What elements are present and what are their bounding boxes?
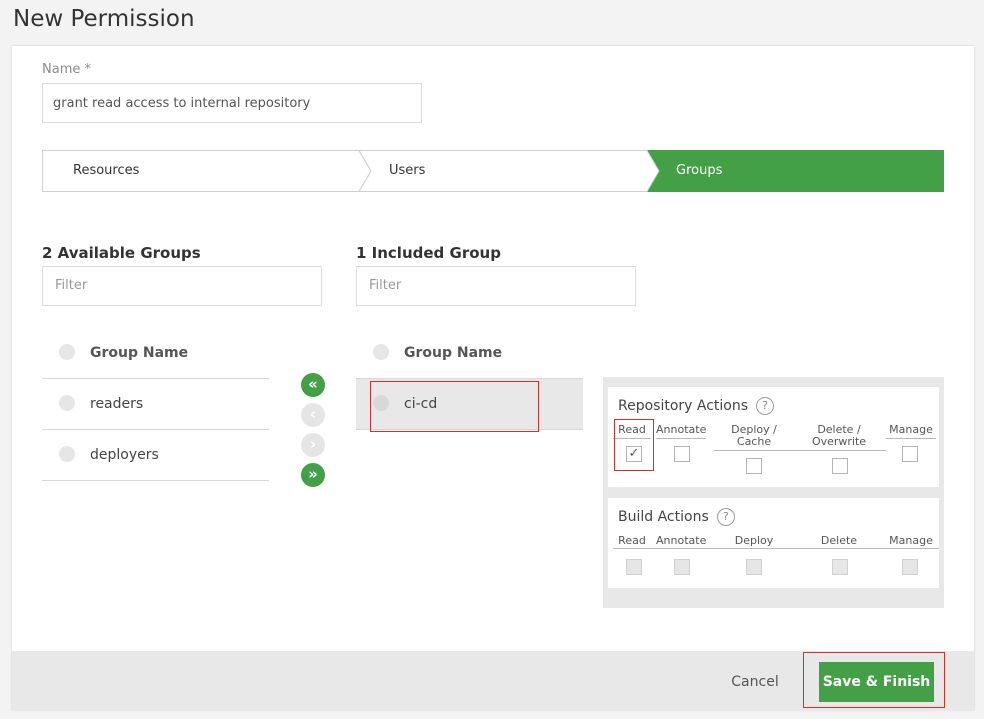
- remove-selected-button[interactable]: ›: [301, 433, 325, 457]
- name-label: Name *: [42, 62, 91, 77]
- permissions-panel: Repository Actions? Read Annotate Deploy…: [603, 377, 944, 608]
- included-list-header[interactable]: Group Name: [356, 328, 583, 379]
- col-deploy: Deploy: [734, 534, 774, 547]
- remove-all-button[interactable]: »: [301, 463, 325, 487]
- build-delete-checkbox[interactable]: [832, 559, 848, 575]
- group-name: deployers: [90, 447, 159, 463]
- build-actions-title: Build Actions?: [618, 508, 735, 526]
- column-header-group-name: Group Name: [404, 345, 503, 361]
- available-list-header[interactable]: Group Name: [42, 328, 269, 379]
- repository-actions-label: Repository Actions: [618, 398, 749, 414]
- wizard-step-groups[interactable]: Groups: [676, 150, 722, 192]
- build-annotate-checkbox[interactable]: [674, 559, 690, 575]
- col-delete-overwrite: Delete / Overwrite: [811, 423, 867, 448]
- name-input[interactable]: [42, 83, 422, 123]
- col-underline: [886, 438, 936, 439]
- repo-deploy-checkbox[interactable]: [746, 458, 762, 474]
- wizard-step-resources[interactable]: Resources: [73, 150, 139, 192]
- col-deploy-cache: Deploy / Cache: [731, 423, 777, 448]
- repo-annotate-checkbox[interactable]: [674, 446, 690, 462]
- list-item[interactable]: deployers: [42, 430, 269, 481]
- available-groups-list: Group Name readers deployers: [42, 328, 269, 481]
- repo-delete-checkbox[interactable]: [832, 458, 848, 474]
- build-deploy-checkbox[interactable]: [746, 559, 762, 575]
- col-underline: [714, 450, 886, 451]
- repo-manage-checkbox[interactable]: [902, 446, 918, 462]
- add-all-button[interactable]: «: [301, 373, 325, 397]
- help-icon[interactable]: ?: [756, 397, 775, 415]
- build-read-checkbox[interactable]: [626, 559, 642, 575]
- highlight-box: [370, 381, 539, 432]
- repository-actions-box: Repository Actions? Read Annotate Deploy…: [608, 387, 939, 487]
- row-select-radio[interactable]: [59, 395, 75, 411]
- group-name: readers: [90, 396, 144, 412]
- page-title: New Permission: [13, 6, 195, 32]
- col-annotate: Annotate: [656, 534, 707, 547]
- select-all-radio[interactable]: [59, 344, 75, 360]
- wizard-steps: Resources Users Groups: [42, 150, 944, 192]
- column-header-group-name: Group Name: [90, 345, 189, 361]
- included-filter-input[interactable]: Filter: [356, 266, 636, 306]
- col-manage: Manage: [889, 534, 933, 547]
- add-selected-button[interactable]: ‹: [301, 403, 325, 427]
- list-item[interactable]: readers: [42, 379, 269, 430]
- build-manage-checkbox[interactable]: [902, 559, 918, 575]
- wizard-chevrons: [42, 150, 944, 192]
- col-underline: [656, 438, 706, 439]
- col-underline: [613, 548, 939, 549]
- repository-actions-title: Repository Actions?: [618, 397, 775, 415]
- build-actions-box: Build Actions? Read Annotate Deploy Dele…: [608, 498, 939, 588]
- col-manage: Manage: [889, 423, 933, 436]
- highlight-box: [803, 652, 945, 708]
- included-groups-title: 1 Included Group: [356, 244, 501, 262]
- help-icon[interactable]: ?: [716, 508, 735, 526]
- col-read: Read: [618, 534, 646, 547]
- cancel-button[interactable]: Cancel: [720, 665, 790, 699]
- row-select-radio[interactable]: [59, 446, 75, 462]
- col-delete: Delete: [820, 534, 858, 547]
- select-all-radio[interactable]: [373, 344, 389, 360]
- available-groups-title: 2 Available Groups: [42, 244, 201, 262]
- col-annotate: Annotate: [656, 423, 707, 436]
- highlight-box: [614, 419, 654, 471]
- wizard-step-users[interactable]: Users: [389, 150, 425, 192]
- build-actions-label: Build Actions: [618, 509, 709, 525]
- available-filter-input[interactable]: Filter: [42, 266, 322, 306]
